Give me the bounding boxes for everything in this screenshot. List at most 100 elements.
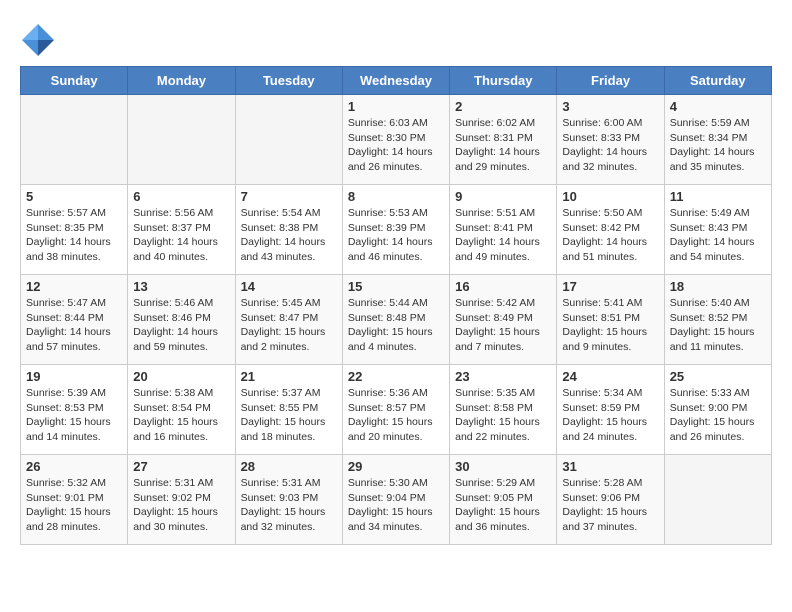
- day-number: 4: [670, 99, 766, 114]
- day-number: 9: [455, 189, 551, 204]
- day-info: Sunrise: 5:38 AM Sunset: 8:54 PM Dayligh…: [133, 386, 229, 445]
- day-info: Sunrise: 5:33 AM Sunset: 9:00 PM Dayligh…: [670, 386, 766, 445]
- day-number: 6: [133, 189, 229, 204]
- calendar-cell: 17 Sunrise: 5:41 AM Sunset: 8:51 PM Dayli…: [557, 275, 664, 365]
- day-info: Sunrise: 5:36 AM Sunset: 8:57 PM Dayligh…: [348, 386, 444, 445]
- day-number: 28: [241, 459, 337, 474]
- day-number: 26: [26, 459, 122, 474]
- calendar-cell: 13 Sunrise: 5:46 AM Sunset: 8:46 PM Dayli…: [128, 275, 235, 365]
- calendar-cell: 21 Sunrise: 5:37 AM Sunset: 8:55 PM Dayli…: [235, 365, 342, 455]
- day-info: Sunrise: 5:34 AM Sunset: 8:59 PM Dayligh…: [562, 386, 658, 445]
- calendar-cell: 26 Sunrise: 5:32 AM Sunset: 9:01 PM Dayli…: [21, 455, 128, 545]
- logo-icon: [20, 20, 56, 56]
- calendar-cell: [21, 95, 128, 185]
- day-info: Sunrise: 5:45 AM Sunset: 8:47 PM Dayligh…: [241, 296, 337, 355]
- calendar-cell: 14 Sunrise: 5:45 AM Sunset: 8:47 PM Dayli…: [235, 275, 342, 365]
- calendar-cell: 1 Sunrise: 6:03 AM Sunset: 8:30 PM Daylig…: [342, 95, 449, 185]
- day-info: Sunrise: 5:41 AM Sunset: 8:51 PM Dayligh…: [562, 296, 658, 355]
- calendar-cell: 28Sunrise: 5:31 AM Sunset: 9:03 PM Dayli…: [235, 455, 342, 545]
- day-number: 14: [241, 279, 337, 294]
- calendar-cell: 19 Sunrise: 5:39 AM Sunset: 8:53 PM Dayli…: [21, 365, 128, 455]
- calendar-table: SundayMondayTuesdayWednesdayThursdayFrid…: [20, 66, 772, 545]
- calendar-week-1: 5 Sunrise: 5:57 AM Sunset: 8:35 PM Daylig…: [21, 185, 772, 275]
- calendar-cell: 29 Sunrise: 5:30 AM Sunset: 9:04 PM Dayli…: [342, 455, 449, 545]
- weekday-header-thursday: Thursday: [450, 67, 557, 95]
- day-number: 11: [670, 189, 766, 204]
- day-info: Sunrise: 6:03 AM Sunset: 8:30 PM Dayligh…: [348, 116, 444, 175]
- calendar-cell: 15Sunrise: 5:44 AM Sunset: 8:48 PM Dayli…: [342, 275, 449, 365]
- day-info: Sunrise: 6:00 AM Sunset: 8:33 PM Dayligh…: [562, 116, 658, 175]
- weekday-header-friday: Friday: [557, 67, 664, 95]
- calendar-cell: 11 Sunrise: 5:49 AM Sunset: 8:43 PM Dayli…: [664, 185, 771, 275]
- day-number: 29: [348, 459, 444, 474]
- calendar-cell: 7 Sunrise: 5:54 AM Sunset: 8:38 PM Daylig…: [235, 185, 342, 275]
- calendar-cell: 10 Sunrise: 5:50 AM Sunset: 8:42 PM Dayli…: [557, 185, 664, 275]
- day-number: 7: [241, 189, 337, 204]
- day-number: 25: [670, 369, 766, 384]
- weekday-header-sunday: Sunday: [21, 67, 128, 95]
- calendar-cell: 2 Sunrise: 6:02 AM Sunset: 8:31 PM Daylig…: [450, 95, 557, 185]
- day-info: Sunrise: 5:32 AM Sunset: 9:01 PM Dayligh…: [26, 476, 122, 535]
- calendar-cell: 6Sunrise: 5:56 AM Sunset: 8:37 PM Daylig…: [128, 185, 235, 275]
- logo: [20, 20, 60, 56]
- day-number: 15: [348, 279, 444, 294]
- day-number: 30: [455, 459, 551, 474]
- day-number: 27: [133, 459, 229, 474]
- day-info: Sunrise: 5:30 AM Sunset: 9:04 PM Dayligh…: [348, 476, 444, 535]
- calendar-cell: 16Sunrise: 5:42 AM Sunset: 8:49 PM Dayli…: [450, 275, 557, 365]
- weekday-header-row: SundayMondayTuesdayWednesdayThursdayFrid…: [21, 67, 772, 95]
- calendar-body: 1 Sunrise: 6:03 AM Sunset: 8:30 PM Daylig…: [21, 95, 772, 545]
- day-number: 5: [26, 189, 122, 204]
- calendar-cell: 12 Sunrise: 5:47 AM Sunset: 8:44 PM Dayli…: [21, 275, 128, 365]
- day-info: Sunrise: 5:59 AM Sunset: 8:34 PM Dayligh…: [670, 116, 766, 175]
- day-info: Sunrise: 5:57 AM Sunset: 8:35 PM Dayligh…: [26, 206, 122, 265]
- day-info: Sunrise: 5:51 AM Sunset: 8:41 PM Dayligh…: [455, 206, 551, 265]
- calendar-cell: 31 Sunrise: 5:28 AM Sunset: 9:06 PM Dayli…: [557, 455, 664, 545]
- day-info: Sunrise: 5:28 AM Sunset: 9:06 PM Dayligh…: [562, 476, 658, 535]
- day-info: Sunrise: 5:47 AM Sunset: 8:44 PM Dayligh…: [26, 296, 122, 355]
- weekday-header-wednesday: Wednesday: [342, 67, 449, 95]
- day-number: 17: [562, 279, 658, 294]
- day-info: Sunrise: 5:50 AM Sunset: 8:42 PM Dayligh…: [562, 206, 658, 265]
- day-info: Sunrise: 5:46 AM Sunset: 8:46 PM Dayligh…: [133, 296, 229, 355]
- day-number: 22: [348, 369, 444, 384]
- day-info: Sunrise: 5:37 AM Sunset: 8:55 PM Dayligh…: [241, 386, 337, 445]
- weekday-header-saturday: Saturday: [664, 67, 771, 95]
- day-info: Sunrise: 5:39 AM Sunset: 8:53 PM Dayligh…: [26, 386, 122, 445]
- day-number: 20: [133, 369, 229, 384]
- calendar-cell: 22 Sunrise: 5:36 AM Sunset: 8:57 PM Dayli…: [342, 365, 449, 455]
- calendar-cell: 20 Sunrise: 5:38 AM Sunset: 8:54 PM Dayli…: [128, 365, 235, 455]
- day-number: 24: [562, 369, 658, 384]
- day-number: 2: [455, 99, 551, 114]
- day-info: Sunrise: 5:31 AM Sunset: 9:02 PM Dayligh…: [133, 476, 229, 535]
- calendar-cell: 3 Sunrise: 6:00 AM Sunset: 8:33 PM Daylig…: [557, 95, 664, 185]
- calendar-header: SundayMondayTuesdayWednesdayThursdayFrid…: [21, 67, 772, 95]
- day-info: Sunrise: 5:53 AM Sunset: 8:39 PM Dayligh…: [348, 206, 444, 265]
- day-number: 3: [562, 99, 658, 114]
- day-info: Sunrise: 6:02 AM Sunset: 8:31 PM Dayligh…: [455, 116, 551, 175]
- calendar-cell: 30Sunrise: 5:29 AM Sunset: 9:05 PM Dayli…: [450, 455, 557, 545]
- calendar-cell: [664, 455, 771, 545]
- calendar-cell: 4 Sunrise: 5:59 AM Sunset: 8:34 PM Daylig…: [664, 95, 771, 185]
- calendar-cell: 8 Sunrise: 5:53 AM Sunset: 8:39 PM Daylig…: [342, 185, 449, 275]
- day-number: 1: [348, 99, 444, 114]
- day-number: 8: [348, 189, 444, 204]
- weekday-header-monday: Monday: [128, 67, 235, 95]
- day-number: 13: [133, 279, 229, 294]
- day-number: 12: [26, 279, 122, 294]
- calendar-cell: 24 Sunrise: 5:34 AM Sunset: 8:59 PM Dayli…: [557, 365, 664, 455]
- day-number: 21: [241, 369, 337, 384]
- day-number: 10: [562, 189, 658, 204]
- calendar-week-2: 12 Sunrise: 5:47 AM Sunset: 8:44 PM Dayli…: [21, 275, 772, 365]
- day-number: 19: [26, 369, 122, 384]
- calendar-cell: 27 Sunrise: 5:31 AM Sunset: 9:02 PM Dayli…: [128, 455, 235, 545]
- day-number: 16: [455, 279, 551, 294]
- calendar-week-0: 1 Sunrise: 6:03 AM Sunset: 8:30 PM Daylig…: [21, 95, 772, 185]
- calendar-cell: 5 Sunrise: 5:57 AM Sunset: 8:35 PM Daylig…: [21, 185, 128, 275]
- weekday-header-tuesday: Tuesday: [235, 67, 342, 95]
- day-number: 31: [562, 459, 658, 474]
- page-header: [20, 20, 772, 56]
- day-info: Sunrise: 5:54 AM Sunset: 8:38 PM Dayligh…: [241, 206, 337, 265]
- day-info: Sunrise: 5:49 AM Sunset: 8:43 PM Dayligh…: [670, 206, 766, 265]
- calendar-cell: 18Sunrise: 5:40 AM Sunset: 8:52 PM Dayli…: [664, 275, 771, 365]
